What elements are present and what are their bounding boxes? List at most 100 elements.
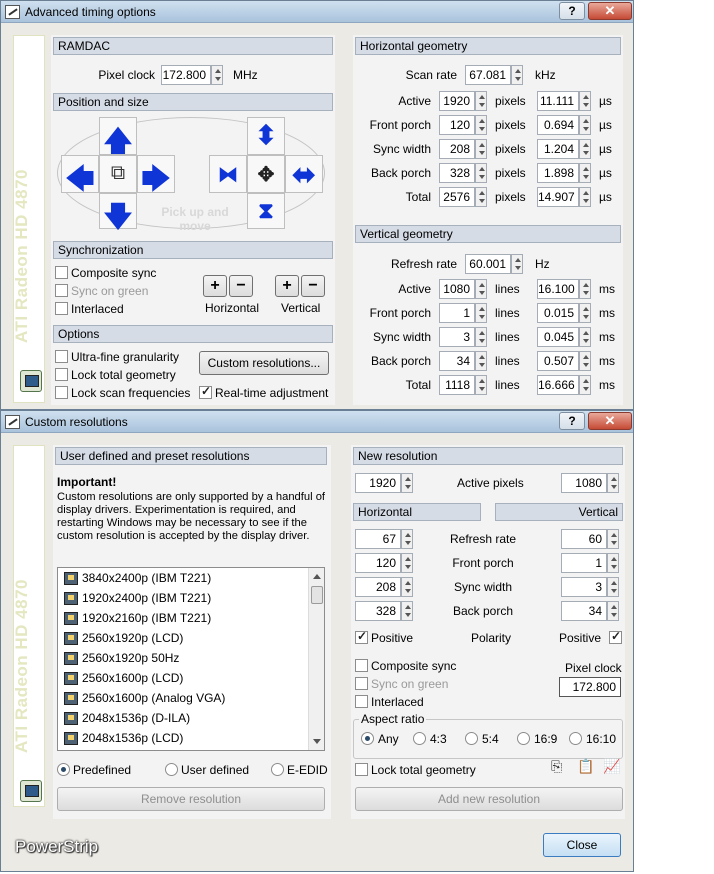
h-refresh-rate-spinner[interactable] bbox=[401, 529, 413, 549]
v-back-porch-spinner[interactable] bbox=[607, 601, 619, 621]
v-positive-checkbox[interactable] bbox=[609, 629, 622, 644]
vgeo-sync-width-time[interactable]: 0.045 bbox=[537, 327, 579, 347]
vgeo-front-porch-spinner[interactable] bbox=[475, 303, 487, 323]
h-sync-width-input[interactable]: 208 bbox=[355, 577, 401, 597]
scroll-thumb[interactable] bbox=[311, 586, 323, 604]
hgeo-back-porch-spinner[interactable] bbox=[475, 163, 487, 183]
height-input[interactable]: 1080 bbox=[561, 473, 607, 493]
stretch-vertical-button[interactable]: ⬍ bbox=[247, 117, 285, 155]
list-item[interactable]: 2560x1920p (LCD) bbox=[58, 628, 324, 648]
chart-edit-icon[interactable]: 📈 bbox=[603, 758, 620, 775]
realtime-checkbox[interactable] bbox=[199, 384, 212, 399]
hgeo-back-porch-time[interactable]: 1.898 bbox=[537, 163, 579, 183]
vgeo-active-input[interactable]: 1080 bbox=[439, 279, 475, 299]
hgeo-total-time-spinner[interactable] bbox=[579, 187, 591, 207]
list-scrollbar[interactable] bbox=[308, 568, 324, 750]
composite-sync-checkbox[interactable] bbox=[55, 266, 68, 279]
hgeo-active-time[interactable]: 11.111 bbox=[537, 91, 579, 111]
list-item[interactable]: 2048x1536p (D-ILA) bbox=[58, 708, 324, 728]
composite-sync-checkbox-2[interactable] bbox=[355, 659, 368, 672]
vertical-minus-button[interactable]: − bbox=[301, 275, 325, 297]
hgeo-sync-width-time[interactable]: 1.204 bbox=[537, 139, 579, 159]
v-refresh-rate-spinner[interactable] bbox=[607, 529, 619, 549]
close-window-button[interactable]: ✕ bbox=[588, 2, 632, 20]
hgeo-total-spinner[interactable] bbox=[475, 187, 487, 207]
h-front-porch-input[interactable]: 120 bbox=[355, 553, 401, 573]
h-back-porch-spinner[interactable] bbox=[401, 601, 413, 621]
list-item[interactable]: 2560x1600p (Analog VGA) bbox=[58, 688, 324, 708]
vgeo-active-spinner[interactable] bbox=[475, 279, 487, 299]
vgeo-sync-width-input[interactable]: 3 bbox=[439, 327, 475, 347]
hgeo-active-spinner[interactable] bbox=[475, 91, 487, 111]
refresh-rate-spinner[interactable] bbox=[511, 254, 523, 274]
move-down-button[interactable]: 🡇 bbox=[99, 193, 137, 232]
vertical-plus-button[interactable]: + bbox=[275, 275, 299, 297]
v-back-porch-input[interactable]: 34 bbox=[561, 601, 607, 621]
move-up-button[interactable]: 🡅 bbox=[99, 117, 137, 156]
h-positive-checkbox[interactable] bbox=[355, 629, 368, 644]
hgeo-sync-width-input[interactable]: 208 bbox=[439, 139, 475, 159]
help-button-2[interactable]: ? bbox=[559, 412, 585, 430]
vgeo-active-time-spinner[interactable] bbox=[579, 279, 591, 299]
aspect-4-3-radio[interactable] bbox=[413, 732, 426, 745]
refresh-rate-input[interactable]: 60.001 bbox=[465, 254, 511, 274]
interlaced-checkbox[interactable] bbox=[55, 302, 68, 315]
vgeo-total-input[interactable]: 1118 bbox=[439, 375, 475, 395]
v-front-porch-spinner[interactable] bbox=[607, 553, 619, 573]
close-button[interactable]: Close bbox=[543, 833, 621, 857]
vgeo-total-spinner[interactable] bbox=[475, 375, 487, 395]
vgeo-back-porch-time-spinner[interactable] bbox=[579, 351, 591, 371]
shrink-vertical-button[interactable]: ⧗ bbox=[247, 193, 285, 229]
vgeo-back-porch-input[interactable]: 34 bbox=[439, 351, 475, 371]
scroll-down-icon[interactable] bbox=[313, 739, 321, 744]
list-item[interactable]: 2560x1600p (LCD) bbox=[58, 668, 324, 688]
hgeo-total-time[interactable]: 14.907 bbox=[537, 187, 579, 207]
resolution-list[interactable]: 3840x2400p (IBM T221) 1920x2400p (IBM T22… bbox=[57, 567, 325, 751]
move-handle-button[interactable]: ✥ bbox=[247, 155, 285, 193]
title-bar[interactable]: Advanced timing options ? ✕ bbox=[1, 1, 633, 23]
sync-on-green-checkbox[interactable] bbox=[55, 284, 68, 297]
vgeo-front-porch-time-spinner[interactable] bbox=[579, 303, 591, 323]
aspect-16-10-radio[interactable] bbox=[569, 732, 582, 745]
predefined-radio[interactable] bbox=[57, 763, 70, 776]
ultra-fine-checkbox[interactable] bbox=[55, 350, 68, 363]
horizontal-minus-button[interactable]: − bbox=[229, 275, 253, 297]
scan-rate-input[interactable]: 67.081 bbox=[465, 65, 511, 85]
vgeo-total-time-spinner[interactable] bbox=[579, 375, 591, 395]
list-item[interactable]: 2048x1536p (LCD) bbox=[58, 728, 324, 748]
add-resolution-button[interactable]: Add new resolution bbox=[355, 787, 623, 811]
aspect-Any-radio[interactable] bbox=[361, 732, 374, 745]
list-item[interactable]: 2560x1920p 50Hz bbox=[58, 648, 324, 668]
width-input[interactable]: 1920 bbox=[355, 473, 401, 493]
hgeo-front-porch-spinner[interactable] bbox=[475, 115, 487, 135]
shrink-horizontal-button[interactable]: ⧓ bbox=[209, 155, 247, 193]
vgeo-back-porch-spinner[interactable] bbox=[475, 351, 487, 371]
lock-scan-checkbox[interactable] bbox=[55, 386, 68, 399]
list-item[interactable]: 1920x2160p (IBM T221) bbox=[58, 608, 324, 628]
interlaced-checkbox-2[interactable] bbox=[355, 695, 368, 708]
sync-on-green-checkbox-2[interactable] bbox=[355, 677, 368, 690]
close-window-button-2[interactable]: ✕ bbox=[588, 412, 632, 430]
v-sync-width-input[interactable]: 3 bbox=[561, 577, 607, 597]
vgeo-sync-width-time-spinner[interactable] bbox=[579, 327, 591, 347]
h-refresh-rate-input[interactable]: 67 bbox=[355, 529, 401, 549]
hgeo-front-porch-time[interactable]: 0.694 bbox=[537, 115, 579, 135]
lock-total-checkbox-2[interactable] bbox=[355, 763, 368, 776]
move-left-button[interactable]: 🡄 bbox=[61, 155, 99, 194]
list-item[interactable]: 1920x2400p (IBM T221) bbox=[58, 588, 324, 608]
hgeo-active-time-spinner[interactable] bbox=[579, 91, 591, 111]
custom-resolutions-button[interactable]: Custom resolutions... bbox=[199, 351, 329, 375]
v-sync-width-spinner[interactable] bbox=[607, 577, 619, 597]
scan-rate-spinner[interactable] bbox=[511, 65, 523, 85]
v-front-porch-input[interactable]: 1 bbox=[561, 553, 607, 573]
aspect-5-4-radio[interactable] bbox=[465, 732, 478, 745]
pixel-clock-spinner[interactable] bbox=[211, 65, 223, 85]
eedid-radio[interactable] bbox=[271, 763, 284, 776]
hgeo-sync-width-spinner[interactable] bbox=[475, 139, 487, 159]
hgeo-total-input[interactable]: 2576 bbox=[439, 187, 475, 207]
pixel-clock-input[interactable]: 172.800 bbox=[161, 65, 211, 85]
vgeo-active-time[interactable]: 16.100 bbox=[537, 279, 579, 299]
hgeo-back-porch-input[interactable]: 328 bbox=[439, 163, 475, 183]
hgeo-back-porch-time-spinner[interactable] bbox=[579, 163, 591, 183]
v-refresh-rate-input[interactable]: 60 bbox=[561, 529, 607, 549]
